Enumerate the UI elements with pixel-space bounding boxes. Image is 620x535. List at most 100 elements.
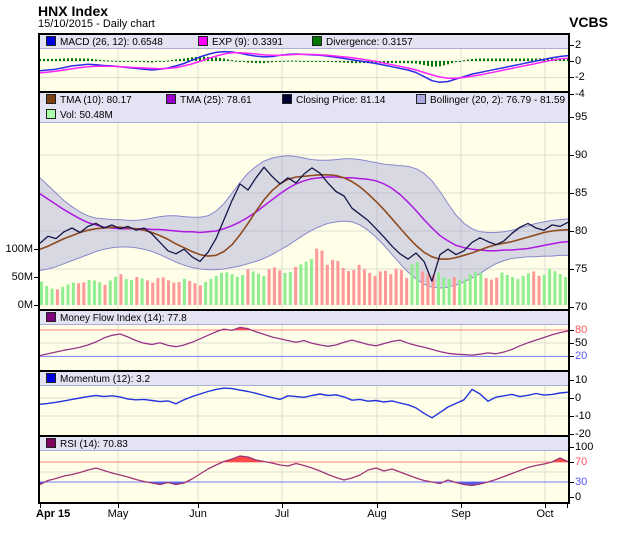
price-panel: TMA (10): 80.17 TMA (25): 78.61 Closing … — [38, 91, 570, 311]
legend-label: Closing Price: 81.14 — [296, 95, 386, 106]
mfi-panel: Money Flow Index (14): 77.8 — [38, 309, 570, 372]
y-tick-label: 80 — [575, 225, 587, 237]
y-tick-label: 100 — [575, 441, 593, 453]
brand-logo: VCBS — [569, 14, 608, 30]
y-tick-label: -10 — [575, 410, 591, 422]
mfi-plot[interactable] — [40, 325, 568, 370]
x-axis-label: Aug — [367, 508, 387, 520]
x-axis-tick — [567, 504, 568, 508]
legend-item-mfi: Money Flow Index (14): 77.8 — [46, 312, 187, 324]
legend-item-bollinger: Bollinger (20, 2): 76.79 - 81.59 — [416, 94, 565, 106]
x-axis-label: May — [108, 508, 129, 520]
legend-item-tma25: TMA (25): 78.61 — [166, 94, 252, 106]
y-tick-label: 85 — [575, 187, 587, 199]
axis-tick — [570, 117, 574, 118]
macd-panel: MACD (26, 12): 0.6548 EXP (9): 0.3391 Di… — [38, 33, 570, 93]
axis-tick — [34, 249, 38, 250]
chart-page: HNX Index 15/10/2015 - Daily chart VCBS … — [0, 0, 620, 535]
axis-tick — [570, 398, 574, 399]
axis-tick — [34, 277, 38, 278]
momentum-plot[interactable] — [40, 386, 568, 435]
y-tick-label: -4 — [575, 88, 585, 100]
axis-tick — [570, 330, 574, 331]
legend-item-tma10: TMA (10): 80.17 — [46, 94, 132, 106]
x-axis-label: Jul — [275, 508, 289, 520]
y-tick-label: 2 — [575, 39, 581, 51]
tma10-swatch-icon — [46, 94, 56, 104]
legend-label: Money Flow Index (14): 77.8 — [60, 313, 187, 324]
legend-item-rsi: RSI (14): 70.83 — [46, 438, 128, 450]
y-tick-label: 90 — [575, 149, 587, 161]
axis-tick — [570, 462, 574, 463]
y-tick-label: -2 — [575, 71, 585, 83]
bollinger-swatch-icon — [416, 94, 426, 104]
legend-item-macd: MACD (26, 12): 0.6548 — [46, 36, 163, 48]
y-tick-label: 50M — [0, 271, 33, 283]
axis-tick — [570, 416, 574, 417]
legend-label: Divergence: 0.3157 — [326, 37, 413, 48]
axis-tick — [34, 305, 38, 306]
volume-swatch-icon — [46, 109, 56, 119]
y-tick-label: 0 — [575, 392, 581, 404]
y-tick-label: -20 — [575, 428, 591, 440]
macd-plot[interactable] — [40, 49, 568, 91]
exp-swatch-icon — [198, 36, 208, 46]
axis-tick — [570, 356, 574, 357]
axis-tick — [570, 77, 574, 78]
y-tick-label: 70 — [575, 301, 587, 313]
momentum-panel: Momentum (12): 3.2 — [38, 370, 570, 437]
legend-label: TMA (25): 78.61 — [180, 95, 252, 106]
chart-subtitle: 15/10/2015 - Daily chart — [38, 18, 155, 30]
price-plot[interactable] — [40, 123, 568, 309]
y-tick-label: 80 — [575, 324, 587, 336]
y-tick-label: 0M — [0, 299, 33, 311]
y-tick-label: 50 — [575, 337, 587, 349]
y-tick-label: 70 — [575, 456, 587, 468]
y-tick-label: 0 — [575, 491, 581, 503]
mfi-swatch-icon — [46, 312, 56, 322]
y-tick-label: 0 — [575, 55, 581, 67]
legend-label: Momentum (12): 3.2 — [60, 374, 150, 385]
axis-tick — [570, 193, 574, 194]
momentum-swatch-icon — [46, 373, 56, 383]
y-tick-label: 20 — [575, 350, 587, 362]
axis-tick — [570, 482, 574, 483]
axis-tick — [570, 447, 574, 448]
rsi-swatch-icon — [46, 438, 56, 448]
legend-label: TMA (10): 80.17 — [60, 95, 132, 106]
y-tick-label: 10 — [575, 374, 587, 386]
legend-label: Bollinger (20, 2): 76.79 - 81.59 — [430, 95, 565, 106]
macd-swatch-icon — [46, 36, 56, 46]
x-axis-label: Sep — [451, 508, 471, 520]
legend-label: Vol: 50.48M — [60, 110, 113, 121]
legend-label: RSI (14): 70.83 — [60, 439, 128, 450]
axis-tick — [570, 269, 574, 270]
legend-item-volume: Vol: 50.48M — [46, 109, 113, 121]
axis-tick — [570, 380, 574, 381]
close-swatch-icon — [282, 94, 292, 104]
mfi-legend: Money Flow Index (14): 77.8 — [40, 311, 568, 325]
divergence-swatch-icon — [312, 36, 322, 46]
legend-item-divergence: Divergence: 0.3157 — [312, 36, 413, 48]
rsi-panel: RSI (14): 70.83 — [38, 435, 570, 504]
page-title: HNX Index — [38, 3, 108, 19]
axis-tick — [570, 61, 574, 62]
momentum-legend: Momentum (12): 3.2 — [40, 372, 568, 386]
y-tick-label: 95 — [575, 111, 587, 123]
axis-tick — [570, 307, 574, 308]
legend-item-close: Closing Price: 81.14 — [282, 94, 386, 106]
rsi-plot[interactable] — [40, 451, 568, 502]
macd-legend: MACD (26, 12): 0.6548 EXP (9): 0.3391 Di… — [40, 35, 568, 49]
axis-tick — [570, 434, 574, 435]
axis-tick — [570, 155, 574, 156]
x-axis-label: Apr 15 — [36, 508, 70, 520]
legend-label: EXP (9): 0.3391 — [212, 37, 283, 48]
x-axis-label: Oct — [536, 508, 553, 520]
x-axis-label: Jun — [189, 508, 207, 520]
y-tick-label: 75 — [575, 263, 587, 275]
legend-item-momentum: Momentum (12): 3.2 — [46, 373, 150, 385]
price-legend: TMA (10): 80.17 TMA (25): 78.61 Closing … — [40, 93, 568, 123]
y-tick-label: 100M — [0, 243, 33, 255]
axis-tick — [570, 497, 574, 498]
axis-tick — [570, 45, 574, 46]
